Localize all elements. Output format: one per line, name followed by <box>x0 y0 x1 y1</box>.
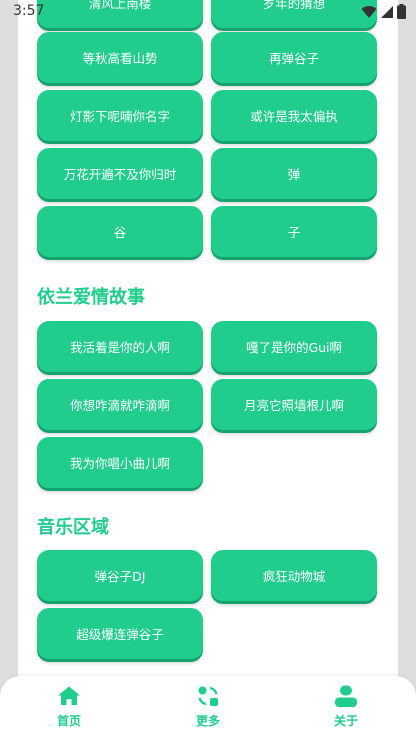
song-button[interactable]: 谷 <box>37 206 203 257</box>
nav-about-label: 关于 <box>333 714 358 728</box>
more-icon <box>198 686 218 706</box>
user-icon <box>335 685 357 707</box>
section-title-music: 音乐区域 <box>37 517 109 538</box>
status-bar: 3:57 <box>0 0 416 24</box>
wifi-icon <box>361 5 377 18</box>
song-button[interactable]: 灯影下呢喃你名字 <box>37 90 203 141</box>
content-card: 清风上南楼 岁年的猜想 等秋高看山势 再弹谷子 灯影下呢喃你名字 或许是我太偏执… <box>18 0 398 680</box>
nav-about[interactable]: 关于 <box>306 684 386 729</box>
song-button[interactable]: 嘎了是你的Gui啊 <box>211 321 377 372</box>
song-button[interactable]: 弹 <box>211 148 377 199</box>
nav-home[interactable]: 首页 <box>29 684 109 729</box>
section-title-yilan: 依兰爱情故事 <box>37 287 145 308</box>
song-button[interactable]: 疯狂动物城 <box>211 550 377 601</box>
song-button[interactable]: 等秋高看山势 <box>37 32 203 83</box>
song-button[interactable]: 弹谷子DJ <box>37 550 203 601</box>
song-button[interactable]: 万花开遍不及你归时 <box>37 148 203 199</box>
song-button[interactable]: 再弹谷子 <box>211 32 377 83</box>
button-grid-group-1: 等秋高看山势 再弹谷子 灯影下呢喃你名字 或许是我太偏执 万花开遍不及你归时 弹… <box>37 32 379 257</box>
song-button[interactable]: 子 <box>211 206 377 257</box>
song-button[interactable]: 超级爆连弹谷子 <box>37 608 203 659</box>
signal-icon <box>381 5 393 18</box>
button-grid-group-3: 弹谷子DJ 疯狂动物城 超级爆连弹谷子 <box>37 550 379 659</box>
home-icon <box>58 686 80 705</box>
nav-more[interactable]: 更多 <box>168 684 248 729</box>
status-time: 3:57 <box>13 3 45 19</box>
song-button[interactable]: 我活着是你的人啊 <box>37 321 203 372</box>
button-grid-group-2: 我活着是你的人啊 嘎了是你的Gui啊 你想咋滴就咋滴啊 月亮它照墙根儿啊 我为你… <box>37 321 379 488</box>
nav-home-label: 首页 <box>56 714 81 728</box>
bottom-nav: 首页 更多 关于 <box>0 676 416 741</box>
status-icons <box>361 4 406 19</box>
song-button[interactable]: 你想咋滴就咋滴啊 <box>37 379 203 430</box>
song-button[interactable]: 我为你唱小曲儿啊 <box>37 437 203 488</box>
song-button[interactable]: 月亮它照墙根儿啊 <box>211 379 377 430</box>
song-button[interactable]: 或许是我太偏执 <box>211 90 377 141</box>
nav-more-label: 更多 <box>195 714 220 728</box>
battery-icon <box>397 4 406 19</box>
